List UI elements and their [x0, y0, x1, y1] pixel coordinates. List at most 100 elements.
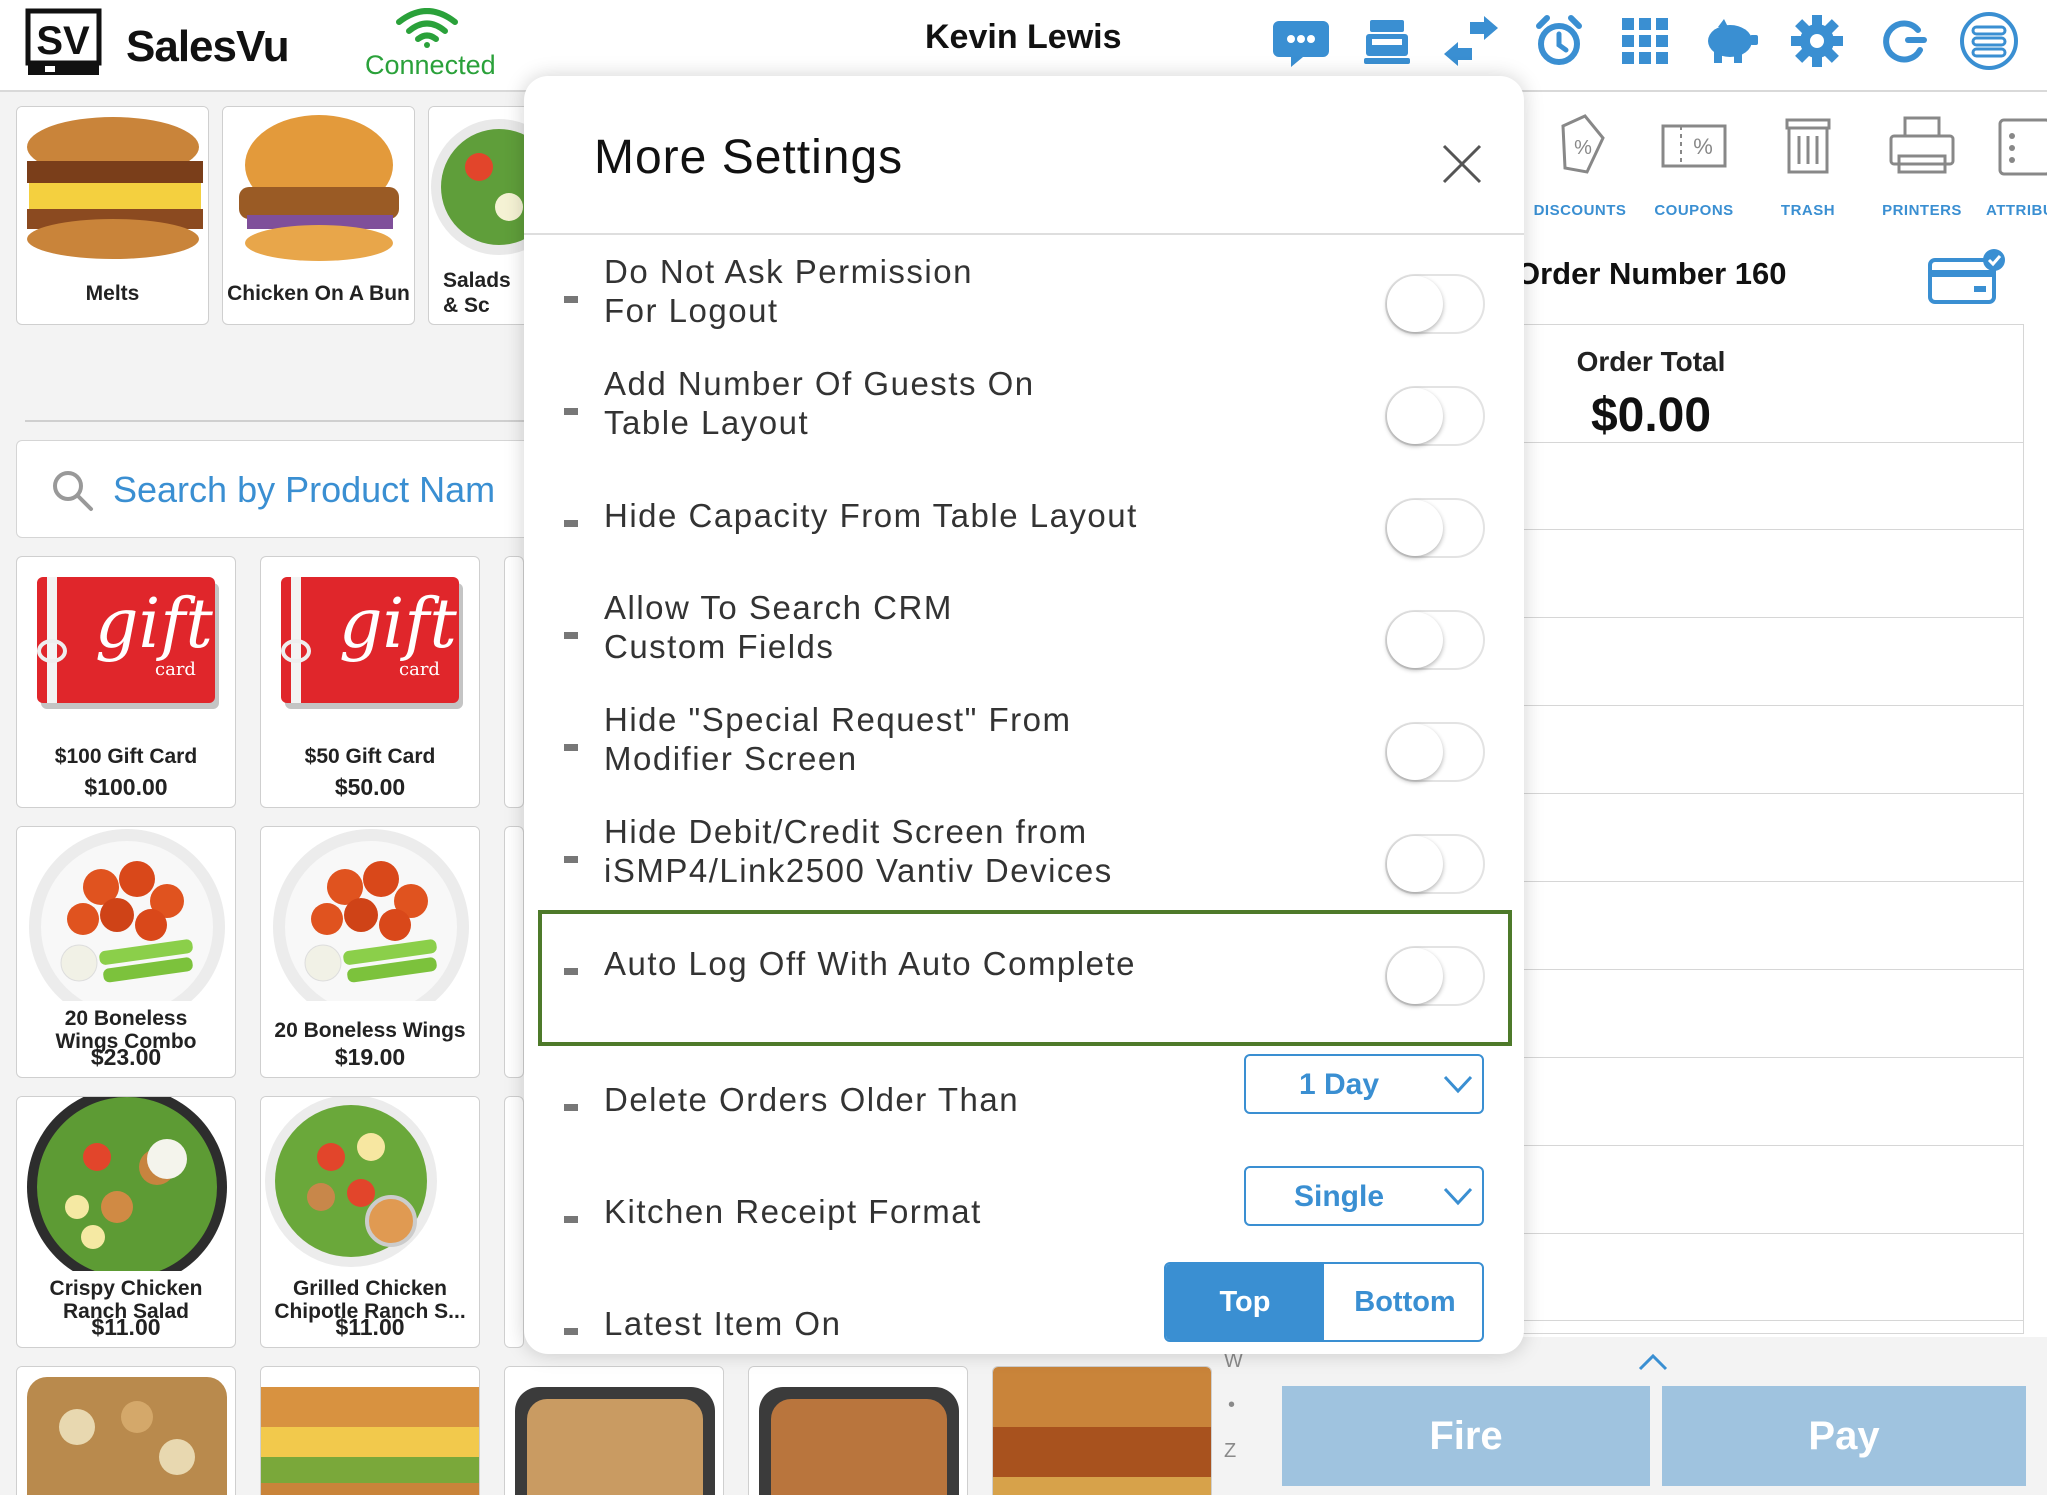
bullet-marker: [564, 408, 578, 415]
bullet-marker: [564, 1104, 578, 1111]
bullet-marker: [564, 296, 578, 303]
toggle-switch[interactable]: [1385, 946, 1485, 1006]
divider: [25, 420, 525, 422]
trash-button[interactable]: TRASH: [1758, 112, 1858, 219]
product-grilled-chicken-chipotle-ranch-salad[interactable]: Grilled Chicken Chipotle Ranch S... $11.…: [260, 1096, 480, 1348]
modal-divider: [524, 233, 1524, 235]
order-row-divider: [1522, 1145, 2024, 1146]
order-row-divider: [1522, 793, 2024, 794]
product-50-gift-card[interactable]: gift card $50 Gift Card $50.00: [260, 556, 480, 808]
coupons-button[interactable]: % COUPONS: [1644, 112, 1744, 219]
toggle-switch[interactable]: [1385, 610, 1485, 670]
alarm-clock-icon[interactable]: [1528, 10, 1590, 72]
transfer-icon[interactable]: [1440, 10, 1502, 72]
product-tile-partial[interactable]: [504, 1366, 724, 1495]
dropdown-value: Single: [1293, 1180, 1384, 1213]
svg-text:%: %: [1574, 137, 1592, 159]
toolbar-label: ATTRIBU: [1986, 202, 2047, 219]
category-tile-melts[interactable]: Melts: [16, 106, 209, 325]
segment-top[interactable]: Top: [1166, 1264, 1324, 1340]
product-crispy-chicken-ranch-salad[interactable]: Crispy Chicken Ranch Salad $11.00: [16, 1096, 236, 1348]
setting-label: Auto Log Off With Auto Complete: [604, 945, 1136, 982]
user-name[interactable]: Kevin Lewis: [925, 18, 1122, 57]
product-price: $11.00: [335, 1314, 405, 1340]
product-name: $50 Gift Card: [304, 745, 436, 768]
printers-button[interactable]: PRINTERS: [1872, 112, 1972, 219]
toggle-switch[interactable]: [1385, 722, 1485, 782]
close-icon[interactable]: [1440, 142, 1484, 186]
product-tile-partial[interactable]: [260, 1366, 480, 1495]
wings-image: [261, 827, 479, 1025]
piggy-bank-icon[interactable]: [1700, 10, 1762, 72]
attributes-icon: [1994, 112, 2047, 178]
order-total-label: Order Total: [1576, 346, 1726, 377]
setting-label: Do Not Ask Permission For Logout: [604, 253, 973, 329]
toggle-knob: [1387, 388, 1443, 444]
product-partial[interactable]: [504, 556, 524, 808]
product-100-gift-card[interactable]: gift card $100 Gift Card $100.00: [16, 556, 236, 808]
product-tile-partial[interactable]: [748, 1366, 968, 1495]
credit-card-icon[interactable]: [1926, 246, 2008, 308]
coupon-icon: %: [1657, 112, 1731, 178]
salesvu-logo-icon: SV: [25, 8, 102, 78]
order-row-divider: [1522, 1057, 2024, 1058]
order-row-divider: [1522, 529, 2024, 530]
category-tile-chicken-on-a-bun[interactable]: Chicken On A Bun: [222, 106, 415, 325]
brand-name: SalesVu: [126, 22, 290, 71]
discounts-button[interactable]: % DISCOUNTS: [1530, 112, 1630, 219]
delete-orders-select[interactable]: 1 Day: [1244, 1054, 1484, 1114]
order-row-divider: [1522, 1233, 2024, 1234]
dropdown-value: 1 Day: [1298, 1068, 1380, 1101]
melt-sandwich-image: [17, 107, 208, 272]
alphabet-index-letter[interactable]: Z: [1224, 1440, 1236, 1463]
product-partial[interactable]: [504, 826, 524, 1078]
bullet-marker: [564, 1216, 578, 1223]
discount-tag-icon: %: [1543, 112, 1617, 178]
bullet-marker: [564, 520, 578, 527]
grid-icon[interactable]: [1614, 10, 1676, 72]
toggle-switch[interactable]: [1385, 386, 1485, 446]
setting-label: Hide Debit/Credit Screen from iSMP4/Link…: [604, 813, 1113, 889]
order-items-list[interactable]: [1522, 324, 2024, 1334]
menu-list-icon[interactable]: [1958, 10, 2020, 72]
product-partial[interactable]: [504, 1096, 524, 1348]
toggle-switch[interactable]: [1385, 834, 1485, 894]
chevron-down-icon: [1442, 1184, 1474, 1208]
search-icon: [51, 469, 95, 513]
pay-button[interactable]: Pay: [1662, 1386, 2026, 1486]
setting-label: Kitchen Receipt Format: [604, 1193, 982, 1230]
search-placeholder: Search by Product Nam: [113, 469, 496, 510]
grilled-salad-image: [261, 1097, 479, 1271]
bullet-marker: [564, 1328, 578, 1335]
kitchen-receipt-select[interactable]: Single: [1244, 1166, 1484, 1226]
toggle-switch[interactable]: [1385, 274, 1485, 334]
chevron-down-icon: [1442, 1072, 1474, 1096]
product-tile-partial[interactable]: [992, 1366, 1212, 1495]
toggle-switch[interactable]: [1385, 498, 1485, 558]
refresh-icon[interactable]: [1872, 10, 1934, 72]
alphabet-index-dot[interactable]: •: [1228, 1394, 1235, 1417]
toggle-knob: [1387, 948, 1443, 1004]
order-number: Order Number 160: [1516, 256, 1787, 291]
product-20-boneless-wings-combo[interactable]: 20 Boneless Wings Combo $23.00: [16, 826, 236, 1078]
fire-button[interactable]: Fire: [1282, 1386, 1650, 1486]
more-settings-modal: More Settings Do Not Ask Permission For …: [524, 76, 1524, 1354]
product-search-input[interactable]: Search by Product Nam: [16, 440, 576, 538]
chat-icon[interactable]: [1270, 10, 1332, 72]
toolbar-label: COUPONS: [1654, 202, 1734, 219]
svg-text:%: %: [1693, 134, 1713, 159]
attributes-button[interactable]: ATTRIBU: [1986, 112, 2047, 219]
trash-icon: [1771, 112, 1845, 178]
logo-text: SV: [36, 19, 90, 63]
product-price: $50.00: [334, 774, 406, 800]
toggle-knob: [1387, 612, 1443, 668]
modal-title: More Settings: [594, 131, 904, 184]
product-20-boneless-wings[interactable]: 20 Boneless Wings $19.00: [260, 826, 480, 1078]
gear-icon[interactable]: [1786, 10, 1848, 72]
segment-bottom[interactable]: Bottom: [1324, 1264, 1482, 1340]
toggle-knob: [1387, 836, 1443, 892]
register-icon[interactable]: [1356, 10, 1418, 72]
chevron-up-icon[interactable]: [1638, 1352, 1668, 1372]
category-tile-salads[interactable]: Salads & Sc: [428, 106, 538, 325]
product-tile-partial[interactable]: [16, 1366, 236, 1495]
